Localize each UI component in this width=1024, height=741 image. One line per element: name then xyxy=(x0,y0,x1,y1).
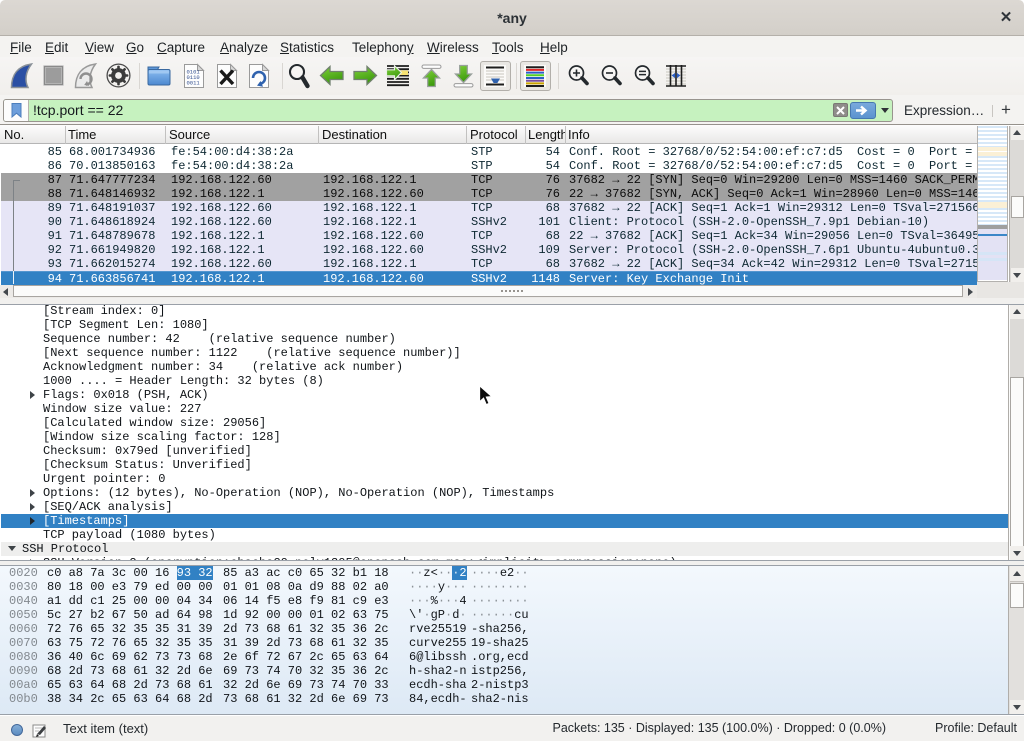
svg-text:0011: 0011 xyxy=(187,80,201,87)
